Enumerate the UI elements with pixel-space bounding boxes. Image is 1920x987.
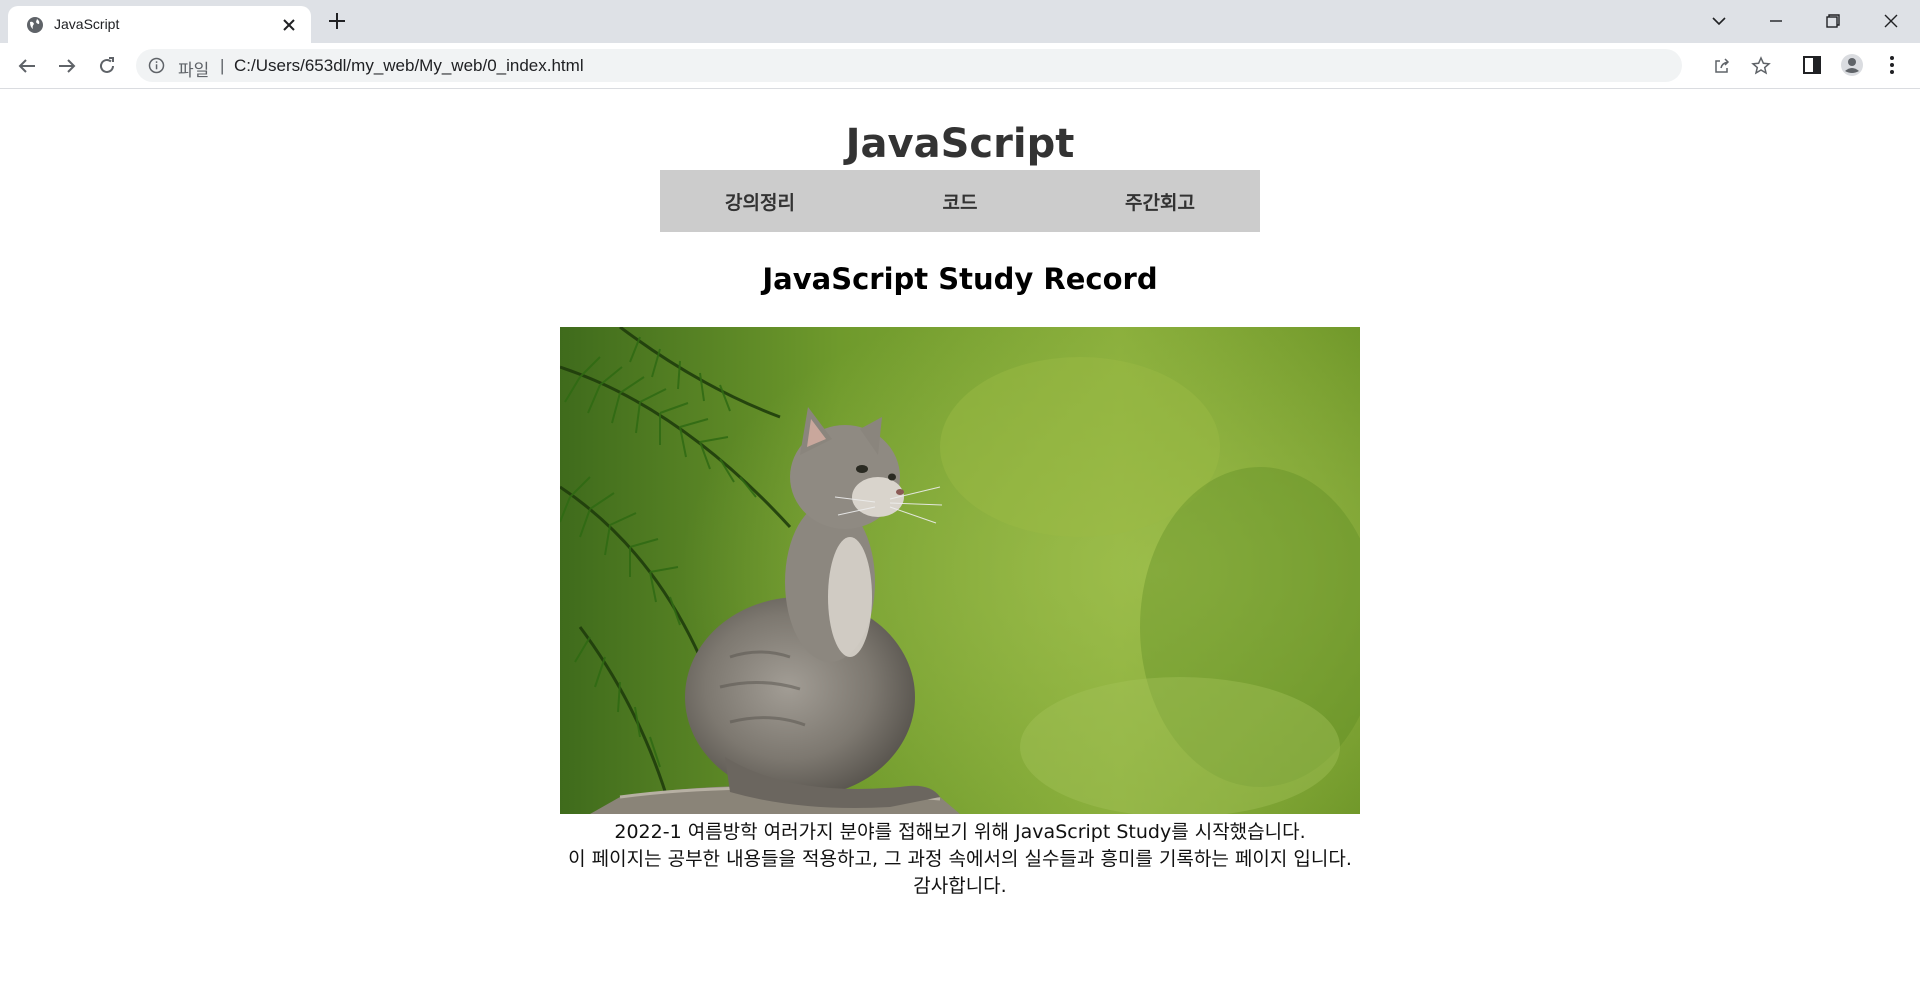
bookmark-star-icon[interactable]: [1751, 56, 1771, 76]
share-icon[interactable]: [1712, 56, 1732, 76]
new-tab-icon[interactable]: [326, 10, 348, 32]
tab-strip: JavaScript: [0, 0, 1920, 43]
restore-icon[interactable]: [1820, 8, 1846, 34]
side-panel-icon[interactable]: [1800, 53, 1824, 77]
site-title: JavaScript: [845, 121, 1075, 167]
reload-icon[interactable]: [94, 53, 120, 79]
nav-item-lecture-notes[interactable]: 강의정리: [660, 170, 860, 232]
intro-line-3: 감사합니다.: [913, 875, 1007, 897]
nav-item-weekly-review[interactable]: 주간회고: [1060, 170, 1260, 232]
profile-avatar-icon[interactable]: [1840, 53, 1864, 77]
info-icon[interactable]: [148, 57, 165, 74]
window-close-icon[interactable]: [1878, 8, 1904, 34]
intro-text: 2022-1 여름방학 여러가지 분야를 접해보기 위해 JavaScript …: [0, 819, 1920, 900]
address-url[interactable]: C:/Users/653dl/my_web/My_web/0_index.htm…: [234, 56, 584, 76]
address-bar[interactable]: 파일 | C:/Users/653dl/my_web/My_web/0_inde…: [136, 49, 1771, 82]
nav-item-code[interactable]: 코드: [860, 170, 1060, 232]
menu-kebab-icon[interactable]: [1880, 53, 1904, 77]
close-icon[interactable]: [279, 15, 299, 35]
chevron-down-icon[interactable]: [1706, 8, 1732, 34]
browser-toolbar: 파일 | C:/Users/653dl/my_web/My_web/0_inde…: [0, 43, 1920, 89]
section-heading: JavaScript Study Record: [762, 262, 1158, 296]
site-nav: 강의정리 코드 주간회고: [660, 170, 1260, 232]
kitten-photo: [560, 327, 1360, 814]
minimize-icon[interactable]: [1763, 8, 1789, 34]
tab-title: JavaScript: [54, 16, 120, 32]
address-scheme: 파일: [178, 61, 210, 80]
intro-line-1: 2022-1 여름방학 여러가지 분야를 접해보기 위해 JavaScript …: [614, 821, 1306, 843]
back-arrow-icon[interactable]: [14, 53, 40, 79]
address-separator: |: [220, 56, 225, 75]
browser-tab[interactable]: JavaScript: [8, 6, 311, 43]
intro-line-2: 이 페이지는 공부한 내용들을 적용하고, 그 과정 속에서의 실수들과 흥미를…: [568, 848, 1352, 870]
page-content: JavaScript 강의정리 코드 주간회고 JavaScript Study…: [0, 89, 1920, 987]
forward-arrow-icon[interactable]: [54, 53, 80, 79]
globe-icon: [26, 16, 44, 34]
